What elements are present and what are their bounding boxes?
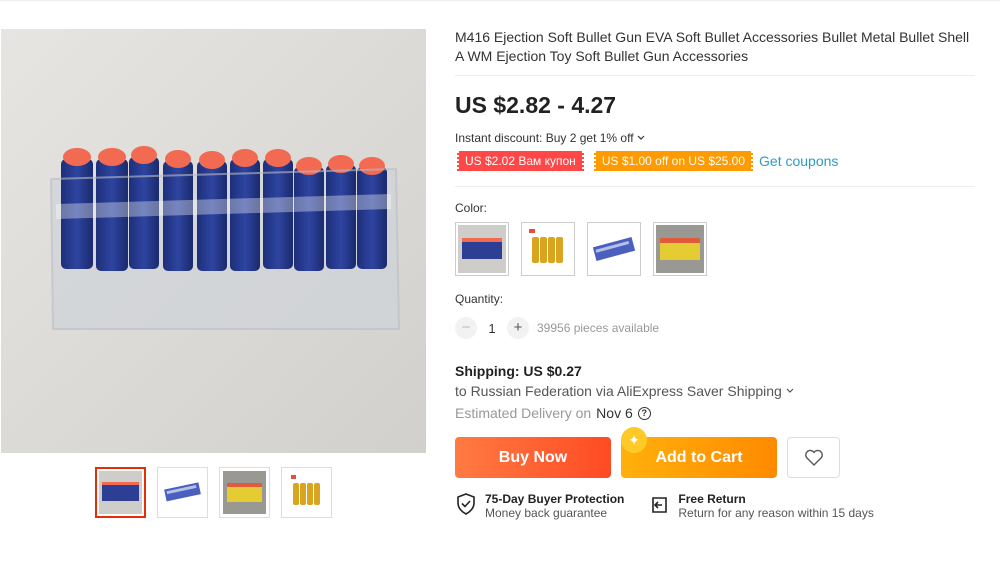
free-return-title: Free Return — [678, 492, 746, 506]
estimated-delivery-date: Nov 6 — [596, 405, 633, 421]
swatch-yellow-pack-image — [656, 225, 704, 273]
help-question-icon[interactable]: ? — [637, 406, 651, 420]
thumbnail-4[interactable] — [281, 467, 332, 518]
product-title: M416 Ejection Soft Bullet Gun EVA Soft B… — [455, 29, 970, 64]
quantity-decrease-button[interactable]: − — [455, 317, 477, 339]
coupon-row: US $2.02 Вам купон US $1.00 off on US $2… — [455, 151, 975, 171]
chevron-down-icon — [786, 388, 794, 393]
coupon-badge-select[interactable]: US $1.00 off on US $25.00 — [591, 151, 756, 171]
thumbnail-gold-shells-image — [285, 471, 328, 514]
buyer-protection-subtitle: Money back guarantee — [485, 506, 608, 520]
thumbnail-blue-darts-image — [99, 471, 142, 514]
quantity-label: Quantity: — [455, 292, 504, 306]
shipping-cost: Shipping: US $0.27 — [455, 363, 582, 379]
product-price: US $2.82 - 4.27 — [455, 92, 617, 118]
free-return: Free Return Return for any reason within… — [648, 492, 874, 520]
estimated-delivery: Estimated Delivery on Nov 6 ? — [455, 405, 975, 421]
swatch-blue-darts-image — [458, 225, 506, 273]
quantity-input[interactable]: 1 — [477, 321, 507, 336]
main-product-image[interactable] — [1, 29, 426, 453]
color-option-blue-darts[interactable] — [455, 222, 509, 276]
free-return-subtitle: Return for any reason within 15 days — [678, 506, 874, 520]
coupon-badge-store[interactable]: US $2.02 Вам купон — [455, 151, 586, 171]
buyer-protection-title: 75-Day Buyer Protection — [485, 492, 625, 506]
thumbnail-yellow-pack-image — [223, 471, 266, 514]
instant-discount[interactable]: Instant discount: Buy 2 get 1% off — [455, 131, 975, 145]
thumbnail-3[interactable] — [219, 467, 270, 518]
color-option-gold-shells[interactable] — [521, 222, 575, 276]
color-option-yellow-pack[interactable] — [653, 222, 707, 276]
quantity-increase-button[interactable]: + — [507, 317, 529, 339]
return-arrow-icon — [652, 497, 668, 513]
quantity-stepper: − 1 + 39956 pieces available — [455, 317, 975, 339]
product-info: M416 Ejection Soft Bullet Gun EVA Soft B… — [455, 28, 975, 520]
shipping-destination[interactable]: to Russian Federation via AliExpress Sav… — [455, 383, 975, 399]
add-to-cart-label: Add to Cart — [655, 448, 743, 466]
thumbnail-1[interactable] — [95, 467, 146, 518]
shipping-destination-text: to Russian Federation via AliExpress Sav… — [455, 383, 782, 399]
swatch-gold-shells-image — [524, 225, 572, 273]
buyer-protection: 75-Day Buyer Protection Money back guara… — [455, 492, 624, 520]
instant-discount-text: Instant discount: Buy 2 get 1% off — [455, 131, 634, 145]
thumbnail-strip — [95, 467, 332, 518]
add-to-cart-button[interactable]: ✦ Add to Cart — [621, 427, 777, 478]
sparkle-icon: ✦ — [621, 427, 647, 453]
shield-check-icon — [457, 493, 475, 515]
heart-icon — [804, 449, 823, 466]
top-divider — [0, 0, 1000, 1]
estimated-delivery-label: Estimated Delivery on — [455, 405, 592, 421]
bullet-pack-photo — [1, 29, 426, 453]
buy-now-button[interactable]: Buy Now — [455, 437, 611, 478]
color-label: Color: — [455, 201, 488, 215]
wishlist-button[interactable] — [787, 437, 840, 478]
title-divider — [455, 75, 975, 76]
thumbnail-blue-pack-image — [161, 471, 204, 514]
action-buttons: Buy Now ✦ Add to Cart — [455, 427, 975, 478]
coupon-divider — [455, 186, 975, 187]
thumbnail-2[interactable] — [157, 467, 208, 518]
get-coupons-link[interactable]: Get coupons — [759, 153, 838, 169]
color-swatches — [455, 222, 975, 276]
color-option-blue-pack[interactable] — [587, 222, 641, 276]
stock-available: 39956 pieces available — [537, 321, 660, 335]
swatch-blue-pack-image — [590, 225, 638, 273]
chevron-down-icon — [637, 135, 644, 140]
guarantees: 75-Day Buyer Protection Money back guara… — [455, 492, 975, 520]
